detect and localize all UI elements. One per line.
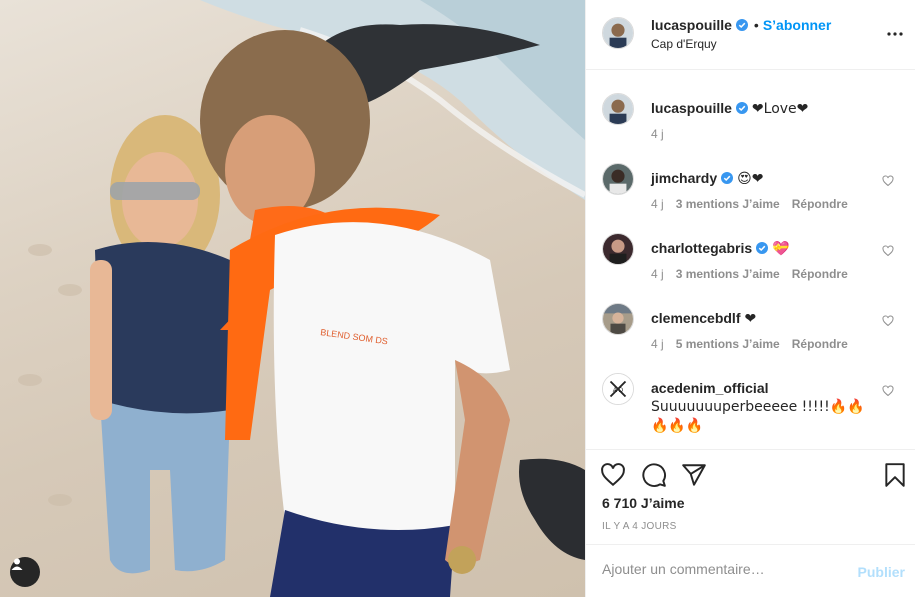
author-avatar[interactable] — [602, 17, 634, 49]
comment-composer: Publier — [586, 544, 915, 597]
comment-input[interactable] — [602, 561, 842, 577]
comment-username[interactable]: clemencebdlf — [651, 310, 740, 326]
reply-button[interactable]: Répondre — [792, 267, 848, 281]
caption-username[interactable]: lucaspouille — [651, 100, 732, 116]
comment-item: jimchardy 😍❤ 4 j 3 mentions J’aime Répond… — [586, 163, 915, 223]
more-dots-icon — [887, 32, 903, 36]
comment-like-icon[interactable] — [882, 245, 894, 257]
caption-text: lucaspouille ❤Love❤ — [651, 99, 879, 118]
caption-body: ❤Love❤ — [751, 101, 809, 117]
comment-item: charlottegabris 💝 4 j 3 mentions J’aime R… — [586, 233, 915, 293]
comment-like-icon[interactable] — [882, 385, 894, 397]
comment-text: acedenim_official Suuuuuuuperbeeeee !!!!!… — [651, 379, 879, 435]
paper-plane-icon[interactable] — [681, 462, 707, 488]
commenter-avatar[interactable] — [602, 233, 634, 265]
author-avatar-small[interactable] — [602, 93, 634, 125]
comment-body: ❤ — [744, 311, 757, 327]
comment-username[interactable]: charlottegabris — [651, 240, 752, 256]
post-timestamp[interactable]: IL Y A 4 JOURS — [602, 521, 677, 532]
post-actions: 6 710 J’aime IL Y A 4 JOURS — [586, 449, 915, 544]
commenter-avatar[interactable] — [602, 163, 634, 195]
likes-count[interactable]: 6 710 J’aime — [602, 495, 685, 511]
verified-badge-icon — [721, 172, 734, 184]
verified-badge-icon — [756, 242, 769, 254]
comment-age[interactable]: 4 j — [651, 337, 664, 351]
comment-meta: 4 j 5 mentions J’aime Répondre — [651, 337, 848, 351]
comment-text: clemencebdlf ❤ — [651, 309, 879, 328]
comment-body: 💝 — [772, 241, 790, 257]
verified-badge-icon — [735, 19, 748, 31]
publish-button[interactable]: Publier — [858, 564, 905, 580]
comment-text: charlottegabris 💝 — [651, 239, 879, 258]
heart-icon[interactable] — [600, 462, 626, 488]
comment-age[interactable]: 4 j — [651, 267, 664, 281]
comment-likes[interactable]: 3 mentions J’aime — [676, 197, 780, 211]
post-location[interactable]: Cap d'Erquy — [651, 37, 717, 51]
comment-meta: 4 j 3 mentions J’aime Répondre — [651, 267, 848, 281]
reply-button[interactable]: Répondre — [792, 197, 848, 211]
comment-meta: 4 j 3 mentions J’aime Répondre — [651, 197, 848, 211]
bookmark-icon[interactable] — [882, 462, 908, 488]
comments-list[interactable]: lucaspouille ❤Love❤ 4 j jimchardy 😍❤ 4 j 3… — [586, 71, 915, 449]
post-caption: lucaspouille ❤Love❤ 4 j — [586, 93, 915, 153]
comment-body: 😍❤ — [737, 171, 764, 187]
commenter-avatar[interactable]: A D — [602, 373, 634, 405]
author-username[interactable]: lucaspouille — [651, 17, 732, 33]
caption-age[interactable]: 4 j — [651, 127, 664, 141]
user-tag-button[interactable] — [10, 557, 40, 587]
caption-meta: 4 j — [651, 127, 664, 141]
comment-age[interactable]: 4 j — [651, 197, 664, 211]
comment-item: A D acedenim_official Suuuuuuuperbeeeee !… — [586, 373, 915, 449]
comment-icon[interactable] — [641, 462, 667, 488]
comment-likes[interactable]: 5 mentions J’aime — [676, 337, 780, 351]
post-header: lucaspouille • S’abonner Cap d'Erquy — [586, 0, 915, 70]
comment-username[interactable]: jimchardy — [651, 170, 717, 186]
author-row: lucaspouille • S’abonner — [651, 17, 831, 33]
comment-likes[interactable]: 3 mentions J’aime — [676, 267, 780, 281]
follow-button[interactable]: S’abonner — [763, 17, 831, 33]
comment-like-icon[interactable] — [882, 315, 894, 327]
separator-dot: • — [753, 17, 759, 33]
more-options-button[interactable] — [885, 24, 905, 44]
comment-text: jimchardy 😍❤ — [651, 169, 879, 188]
comment-item: clemencebdlf ❤ 4 j 5 mentions J’aime Répo… — [586, 303, 915, 363]
post-photo[interactable]: BLEND SOM DS — [0, 0, 585, 597]
svg-text:A D: A D — [613, 387, 624, 394]
commenter-avatar[interactable] — [602, 303, 634, 335]
post-sidebar: lucaspouille • S’abonner Cap d'Erquy luc… — [585, 0, 915, 597]
comment-like-icon[interactable] — [882, 175, 894, 187]
photo-illustration: BLEND SOM DS — [18, 0, 585, 597]
verified-badge-icon — [735, 102, 748, 114]
comment-body: Suuuuuuuperbeeeee !!!!!🔥🔥🔥🔥🔥 — [651, 399, 865, 434]
user-tag-icon — [11, 558, 23, 570]
comment-username[interactable]: acedenim_official — [651, 380, 769, 396]
reply-button[interactable]: Répondre — [792, 337, 848, 351]
